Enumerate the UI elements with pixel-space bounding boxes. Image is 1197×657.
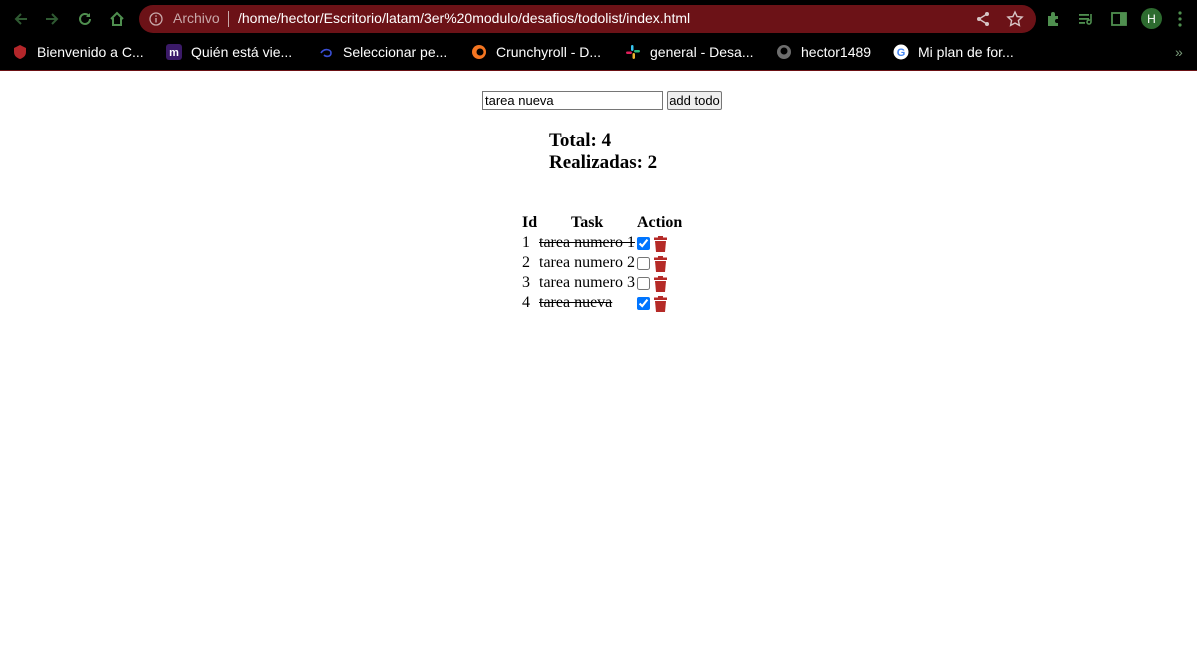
- extensions-puzzle-icon[interactable]: [1045, 10, 1063, 28]
- reload-icon: [79, 12, 91, 25]
- address-divider: [228, 11, 229, 27]
- arrow-right-icon: [46, 13, 59, 25]
- todo-task: tarea numero 2: [539, 254, 635, 271]
- slack-icon: [625, 44, 641, 60]
- bookmarks-bar: Bienvenido a C... m Quién está vie... Se…: [0, 38, 1197, 66]
- bookmark-item[interactable]: Seleccionar pe...: [318, 43, 447, 61]
- table-row: 3 tarea numero 3: [520, 274, 690, 294]
- arrow-left-icon: [14, 13, 27, 25]
- add-todo-button[interactable]: add todo: [667, 91, 722, 110]
- info-icon[interactable]: [149, 12, 163, 26]
- done-checkbox[interactable]: [637, 257, 650, 270]
- bookmark-label: Bienvenido a C...: [37, 44, 144, 60]
- done-checkbox[interactable]: [637, 237, 650, 250]
- done-count: Realizadas: 2: [549, 152, 658, 173]
- bookmark-label: hector1489: [801, 44, 872, 60]
- side-panel-icon[interactable]: [1110, 10, 1128, 28]
- table-row: 1 tarea numero 1: [520, 234, 690, 254]
- disney-icon: [318, 44, 334, 60]
- bookmark-item[interactable]: Bienvenido a C...: [12, 43, 144, 61]
- home-button[interactable]: [107, 9, 127, 29]
- m-logo-icon: m: [166, 44, 182, 60]
- header-id: Id: [522, 214, 538, 231]
- done-checkbox[interactable]: [637, 277, 650, 290]
- total-count: Total: 4: [549, 130, 612, 151]
- bookmark-label: Quién está vie...: [191, 44, 293, 60]
- todo-task: tarea numero 3: [539, 274, 635, 291]
- done-checkbox[interactable]: [637, 297, 650, 310]
- bookmark-label: Seleccionar pe...: [343, 44, 448, 60]
- reading-list-icon[interactable]: [1077, 10, 1095, 28]
- todo-stats: Total: 4 Realizadas: 2: [549, 130, 657, 174]
- google-icon: G: [893, 44, 909, 60]
- forward-button[interactable]: [42, 9, 62, 29]
- bookmark-item[interactable]: Crunchyroll - D...: [471, 43, 601, 61]
- github-icon: [776, 44, 792, 60]
- red-shield-icon: [12, 44, 28, 60]
- bookmark-item[interactable]: m Quién está vie...: [166, 43, 292, 61]
- todo-task: tarea numero 1: [539, 234, 635, 251]
- file-scheme-label: Archivo: [173, 10, 220, 26]
- address-bar[interactable]: Archivo /home/hector/Escritorio/latam/3e…: [139, 5, 1036, 33]
- home-icon: [110, 11, 124, 26]
- todo-task: tarea nueva: [539, 294, 613, 311]
- share-icon[interactable]: [975, 11, 991, 27]
- svg-text:m: m: [169, 47, 179, 59]
- reload-button[interactable]: [75, 9, 95, 29]
- trash-icon[interactable]: [654, 236, 667, 252]
- bookmarks-overflow-icon[interactable]: »: [1175, 44, 1183, 60]
- back-button[interactable]: [11, 9, 31, 29]
- table-row: 4 tarea nueva: [520, 294, 690, 314]
- crunchyroll-icon: [471, 44, 487, 60]
- bookmark-label: Crunchyroll - D...: [496, 44, 602, 60]
- browser-chrome: Archivo /home/hector/Escritorio/latam/3e…: [0, 0, 1197, 71]
- bookmark-item[interactable]: G Mi plan de for...: [893, 43, 1014, 61]
- bookmark-item[interactable]: hector1489: [776, 43, 871, 61]
- table-row: 2 tarea numero 2: [520, 254, 690, 274]
- header-task: Task: [571, 214, 604, 231]
- menu-kebab-icon[interactable]: [1176, 10, 1184, 28]
- trash-icon[interactable]: [654, 256, 667, 272]
- bookmark-label: Mi plan de for...: [918, 44, 1014, 60]
- bookmark-item[interactable]: general - Desa...: [625, 43, 754, 61]
- todo-id: 4: [522, 294, 530, 311]
- todo-id: 1: [522, 234, 530, 251]
- url-text[interactable]: /home/hector/Escritorio/latam/3er%20modu…: [238, 10, 690, 26]
- todo-id: 2: [522, 254, 530, 271]
- trash-icon[interactable]: [654, 296, 667, 312]
- bookmark-star-icon[interactable]: [1006, 10, 1024, 28]
- svg-text:G: G: [897, 47, 906, 59]
- todo-id: 3: [522, 274, 530, 291]
- bookmark-label: general - Desa...: [650, 44, 754, 60]
- profile-avatar[interactable]: H: [1141, 8, 1162, 29]
- trash-icon[interactable]: [654, 276, 667, 292]
- browser-toolbar: Archivo /home/hector/Escritorio/latam/3e…: [0, 0, 1197, 38]
- header-action: Action: [637, 214, 683, 231]
- new-todo-input[interactable]: [482, 91, 663, 110]
